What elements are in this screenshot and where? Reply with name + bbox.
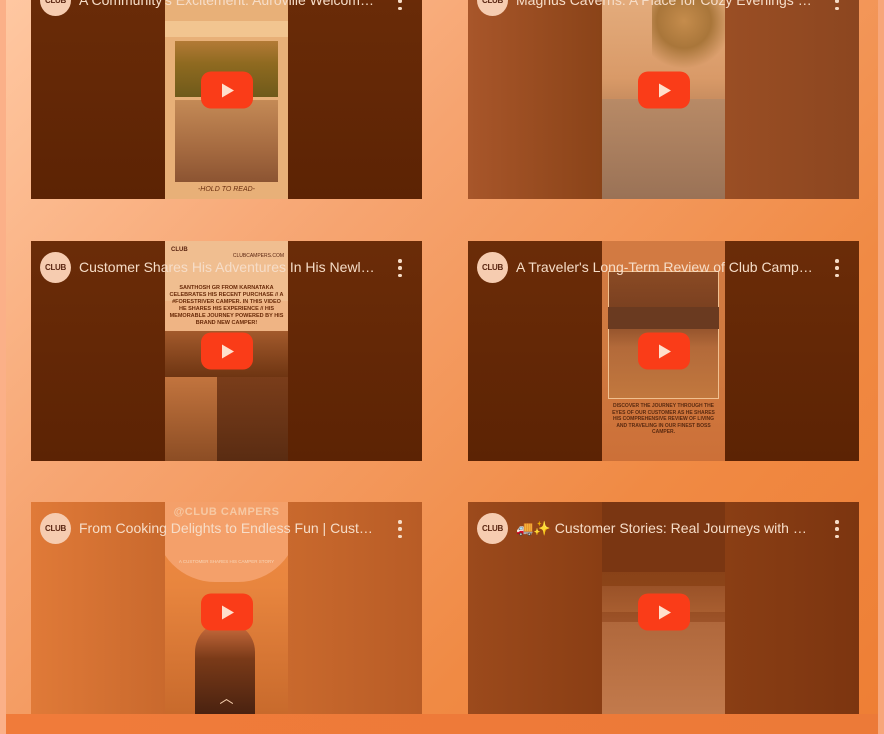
thumbnail-text: DISCOVER THE JOURNEY THROUGH THE EYES OF… bbox=[612, 403, 715, 435]
thumbnail-road bbox=[608, 307, 719, 329]
video-header: CLUB A Community's Excitement: Auroville… bbox=[40, 0, 408, 17]
play-button[interactable] bbox=[637, 593, 690, 631]
left-edge bbox=[0, 0, 6, 734]
chevron-up-icon: ︿ bbox=[219, 690, 234, 706]
video-backdrop-right bbox=[725, 0, 859, 199]
video-title[interactable]: Customer Shares His Adventures In His Ne… bbox=[79, 252, 378, 283]
channel-avatar-text: CLUB bbox=[44, 524, 67, 533]
thumbnail-text: SANTHOSH GR FROM KARNATAKA CELEBRATES HI… bbox=[169, 285, 284, 326]
video-header: CLUB A Traveler's Long-Term Review of Cl… bbox=[477, 252, 845, 284]
bottom-bar bbox=[6, 714, 878, 734]
video-title[interactable]: A Community's Excitement: Auroville Welc… bbox=[79, 0, 378, 16]
video-card[interactable]: -HOLD TO READ- CLUB A Community's Excite… bbox=[31, 0, 422, 199]
thumbnail-heading bbox=[165, 21, 288, 37]
more-options-icon[interactable] bbox=[829, 520, 845, 538]
play-button[interactable] bbox=[637, 71, 690, 109]
video-header: CLUB 🚚✨ Customer Stories: Real Journeys … bbox=[477, 513, 845, 545]
thumbnail-photo bbox=[217, 377, 288, 461]
channel-avatar[interactable]: CLUB bbox=[477, 252, 508, 283]
video-backdrop-right bbox=[288, 0, 422, 199]
video-grid: -HOLD TO READ- CLUB A Community's Excite… bbox=[31, 0, 859, 714]
channel-avatar[interactable]: CLUB bbox=[40, 252, 71, 283]
thumbnail-photo bbox=[165, 377, 217, 461]
play-button[interactable] bbox=[200, 593, 253, 631]
thumbnail-subtext: A CUSTOMER SHARES HIS CAMPER STORY bbox=[178, 559, 275, 564]
video-header: CLUB From Cooking Delights to Endless Fu… bbox=[40, 513, 408, 545]
thumbnail-ground bbox=[602, 99, 725, 199]
video-header: CLUB Customer Shares His Adventures In H… bbox=[40, 252, 408, 284]
video-backdrop-left bbox=[31, 0, 165, 199]
video-title[interactable]: From Cooking Delights to Endless Fun | C… bbox=[79, 513, 378, 544]
video-card[interactable]: CLUB 🚚✨ Customer Stories: Real Journeys … bbox=[468, 502, 859, 714]
page: -HOLD TO READ- CLUB A Community's Excite… bbox=[0, 0, 884, 734]
thumbnail-photo-people bbox=[175, 100, 278, 182]
right-edge bbox=[878, 0, 884, 734]
video-card[interactable]: CLUB CLUBCAMPERS.COM SANTHOSH GR FROM KA… bbox=[31, 241, 422, 461]
video-title[interactable]: Magnus Caverns: A Place for Cozy Evening… bbox=[516, 0, 815, 16]
channel-avatar-text: CLUB bbox=[44, 263, 67, 272]
video-title[interactable]: 🚚✨ Customer Stories: Real Journeys with … bbox=[516, 513, 815, 544]
video-card[interactable]: DISCOVER THE JOURNEY THROUGH THE EYES OF… bbox=[468, 241, 859, 461]
video-title[interactable]: A Traveler's Long-Term Review of Club Ca… bbox=[516, 252, 815, 283]
channel-avatar-text: CLUB bbox=[44, 0, 67, 5]
video-header: CLUB Magnus Caverns: A Place for Cozy Ev… bbox=[477, 0, 845, 17]
thumbnail-ground bbox=[602, 622, 725, 714]
channel-avatar[interactable]: CLUB bbox=[477, 0, 508, 16]
video-card[interactable]: @CLUB CAMPERS A CUSTOMER SHARES HIS CAMP… bbox=[31, 502, 422, 714]
play-button[interactable] bbox=[200, 332, 253, 370]
more-options-icon[interactable] bbox=[392, 0, 408, 10]
play-button[interactable] bbox=[200, 71, 253, 109]
more-options-icon[interactable] bbox=[829, 259, 845, 277]
channel-avatar[interactable]: CLUB bbox=[477, 513, 508, 544]
more-options-icon[interactable] bbox=[829, 0, 845, 10]
video-backdrop-left bbox=[468, 0, 602, 199]
channel-avatar-text: CLUB bbox=[481, 263, 504, 272]
play-button[interactable] bbox=[637, 332, 690, 370]
thumbnail-caption: -HOLD TO READ- bbox=[197, 186, 256, 193]
more-options-icon[interactable] bbox=[392, 520, 408, 538]
more-options-icon[interactable] bbox=[392, 259, 408, 277]
channel-avatar[interactable]: CLUB bbox=[40, 513, 71, 544]
channel-avatar[interactable]: CLUB bbox=[40, 0, 71, 16]
channel-avatar-text: CLUB bbox=[481, 524, 504, 533]
channel-avatar-text: CLUB bbox=[481, 0, 504, 5]
video-card[interactable]: CLUB Magnus Caverns: A Place for Cozy Ev… bbox=[468, 0, 859, 199]
